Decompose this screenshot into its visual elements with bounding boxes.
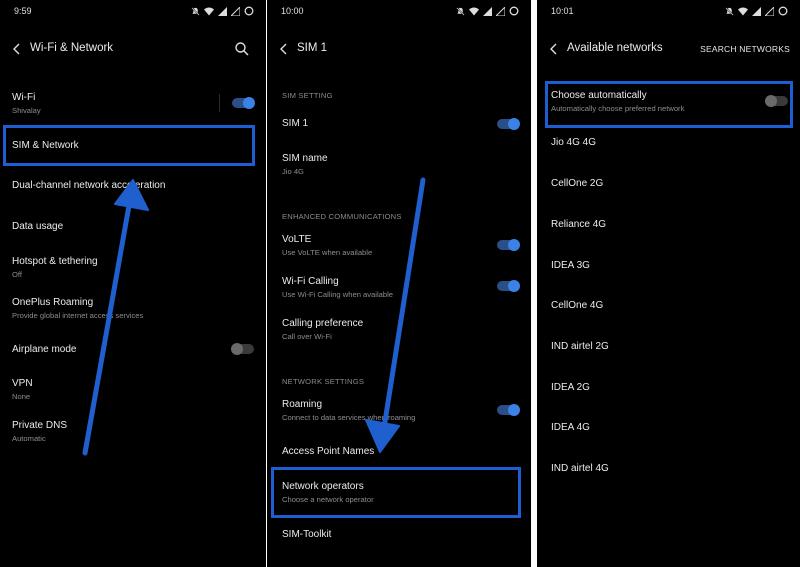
status-time: 9:59 xyxy=(14,6,32,16)
back-arrow-icon[interactable] xyxy=(10,41,24,57)
wifi-toggle[interactable] xyxy=(232,97,255,109)
wifi-calling-toggle[interactable] xyxy=(497,280,520,292)
app-bar: Wi-Fi & Network xyxy=(0,38,266,62)
page-title: SIM 1 xyxy=(297,42,328,54)
section-header-enhanced: ENHANCED COMMUNICATIONS xyxy=(282,212,402,221)
network-list-item[interactable]: CellOne 4G xyxy=(551,300,788,311)
page-title: Available networks xyxy=(567,42,663,54)
settings-item-hotspot[interactable]: Hotspot & tethering Off xyxy=(12,256,254,279)
status-bar: 9:59 xyxy=(14,6,254,20)
network-list-item[interactable]: IND airtel 4G xyxy=(551,463,788,474)
network-list-item[interactable]: Reliance 4G xyxy=(551,219,788,230)
highlight-box xyxy=(271,467,521,518)
settings-item-wifi[interactable]: Wi-Fi Shivalay xyxy=(12,92,254,115)
status-icons xyxy=(191,6,254,16)
status-time: 10:01 xyxy=(551,6,574,16)
section-header-network: NETWORK SETTINGS xyxy=(282,377,365,386)
signal-icon xyxy=(483,6,492,16)
screen-available-networks: 10:01 Available networks SEARCH NETWORKS… xyxy=(537,0,800,567)
signal-icon xyxy=(218,6,227,16)
signal-icon xyxy=(496,6,505,16)
page-title: Wi-Fi & Network xyxy=(30,42,114,54)
status-icons xyxy=(725,6,788,16)
settings-item-airplane-mode[interactable]: Airplane mode xyxy=(12,344,254,355)
status-bar: 10:00 xyxy=(281,6,519,20)
settings-item-apn[interactable]: Access Point Names xyxy=(282,446,519,457)
airplane-mode-toggle[interactable] xyxy=(231,343,254,355)
screen-sim1: 10:00 SIM 1 SIM SETTING SIM 1 SIM name J… xyxy=(267,0,531,567)
settings-item-sim-toolkit[interactable]: SIM-Toolkit xyxy=(282,529,519,540)
network-list-item[interactable]: IDEA 2G xyxy=(551,382,788,393)
divider xyxy=(219,94,220,112)
network-list-item[interactable]: IND airtel 2G xyxy=(551,341,788,352)
section-header-sim-setting: SIM SETTING xyxy=(282,91,333,100)
roaming-toggle[interactable] xyxy=(497,404,520,416)
highlight-box xyxy=(545,81,793,128)
signal-icon xyxy=(765,6,774,16)
mute-icon xyxy=(725,6,734,16)
settings-item-vpn[interactable]: VPN None xyxy=(12,378,254,401)
mute-icon xyxy=(191,6,200,16)
settings-item-sim-name[interactable]: SIM name Jio 4G xyxy=(282,153,519,176)
status-time: 10:00 xyxy=(281,6,304,16)
network-list-item[interactable]: IDEA 3G xyxy=(551,260,788,271)
battery-icon xyxy=(244,6,254,16)
wifi-icon xyxy=(469,7,479,15)
network-list-item[interactable]: IDEA 4G xyxy=(551,422,788,433)
screen-wifi-network: 9:59 Wi-Fi & Network Wi-Fi Shivalay SIM … xyxy=(0,0,266,567)
signal-icon xyxy=(752,6,761,16)
app-bar: SIM 1 xyxy=(267,38,531,62)
mute-icon xyxy=(456,6,465,16)
network-list-item[interactable]: CellOne 2G xyxy=(551,178,788,189)
wifi-icon xyxy=(738,7,748,15)
battery-icon xyxy=(778,6,788,16)
settings-item-oneplus-roaming[interactable]: OnePlus Roaming Provide global internet … xyxy=(12,297,254,320)
back-arrow-icon[interactable] xyxy=(547,41,561,57)
settings-item-wifi-calling[interactable]: Wi-Fi Calling Use Wi-Fi Calling when ava… xyxy=(282,276,519,299)
settings-item-calling-preference[interactable]: Calling preference Call over Wi-Fi xyxy=(282,318,519,341)
status-icons xyxy=(456,6,519,16)
back-arrow-icon[interactable] xyxy=(277,41,291,57)
highlight-box xyxy=(3,125,255,166)
settings-item-private-dns[interactable]: Private DNS Automatic xyxy=(12,420,254,443)
volte-toggle[interactable] xyxy=(497,239,520,251)
wifi-icon xyxy=(204,7,214,15)
settings-item-data-usage[interactable]: Data usage xyxy=(12,221,254,232)
status-bar: 10:01 xyxy=(551,6,788,20)
settings-item-volte[interactable]: VoLTE Use VoLTE when available xyxy=(282,234,519,257)
signal-icon xyxy=(231,6,240,16)
settings-item-dual-channel[interactable]: Dual-channel network acceleration xyxy=(12,180,254,191)
settings-item-sim1[interactable]: SIM 1 xyxy=(282,118,519,129)
sim1-toggle[interactable] xyxy=(497,118,520,130)
search-icon[interactable] xyxy=(234,41,250,57)
network-list-item[interactable]: Jio 4G 4G xyxy=(551,137,788,148)
settings-item-roaming[interactable]: Roaming Connect to data services when ro… xyxy=(282,399,519,422)
app-bar: Available networks SEARCH NETWORKS xyxy=(537,38,800,62)
search-networks-button[interactable]: SEARCH NETWORKS xyxy=(700,44,790,54)
battery-icon xyxy=(509,6,519,16)
